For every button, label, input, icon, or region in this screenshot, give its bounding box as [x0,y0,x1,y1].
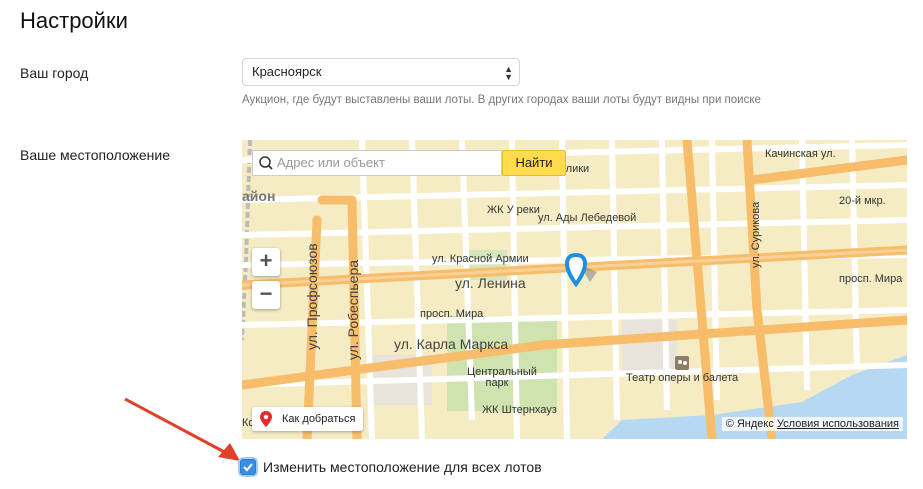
route-button-label: Как добраться [282,413,356,425]
zoom-out-button[interactable]: − [252,281,280,309]
map-label-surikova: ул. Сурикова [750,201,762,268]
update-all-lots-checkbox[interactable] [240,459,256,475]
map-label-lenina: ул. Ленина [455,275,526,291]
map-label-rayon: айон [242,188,276,204]
map-search-placeholder: Адрес или объект [277,155,385,170]
park-area [447,316,557,411]
map-label-profsoyuzov: ул. Профсоюзов [304,243,320,350]
map-label-robespera: ул. Робеспьера [345,259,361,360]
route-button[interactable]: Как добраться [252,407,364,431]
location-map[interactable]: айон Кос ул. Республики ЖК У реки ул. Ад… [242,140,907,439]
annotation-arrow-icon [124,397,240,461]
map-copyright: © Яндекс Условия использования [721,417,903,431]
city-select-value: Красноярск [252,64,322,79]
map-label-zhk-shterhauz: ЖК Штернхауз [482,404,557,416]
map-label-kachinskaya: Качинская ул. [765,148,836,160]
city-hint: Аукцион, где будут выставлены ваши лоты.… [242,94,761,106]
map-label-teatr: Театр оперы и балета [626,372,739,384]
map-label-park: Центральный парк [467,366,537,389]
theatre-icon [675,356,689,370]
copyright-text: © Яндекс [725,418,774,430]
route-pin-icon [260,411,272,427]
map-label-20-mkr: 20-й мкр. [839,195,886,207]
select-arrows-icon: ▲ ▼ [504,64,513,82]
map-label-karla-marksa: ул. Карла Маркса [394,336,509,352]
location-label: Ваше местоположение [20,147,170,163]
map-label-mira-right: просп. Мира [839,273,903,285]
map-label-ady-lebedevoy: ул. Ады Лебедевой [538,212,637,224]
map-label-zhk-u-reki: ЖК У реки [487,204,540,216]
map-find-button[interactable]: Найти [502,150,566,176]
map-label-krasnoy-armii: ул. Красной Армии [432,253,529,265]
search-icon [259,156,273,170]
page-title: Настройки [20,8,128,33]
zoom-in-button[interactable]: + [252,248,280,276]
terms-link[interactable]: Условия использования [777,418,899,430]
checkmark-icon [243,463,253,472]
map-label-mira: просп. Мира [420,308,484,320]
map-search-input[interactable]: Адрес или объект [252,150,502,176]
city-select[interactable]: Красноярск ▲ ▼ [242,58,520,86]
city-label: Ваш город [20,65,89,81]
map-canvas[interactable] [242,140,907,439]
update-all-lots-label: Изменить местоположение для всех лотов [263,459,542,475]
